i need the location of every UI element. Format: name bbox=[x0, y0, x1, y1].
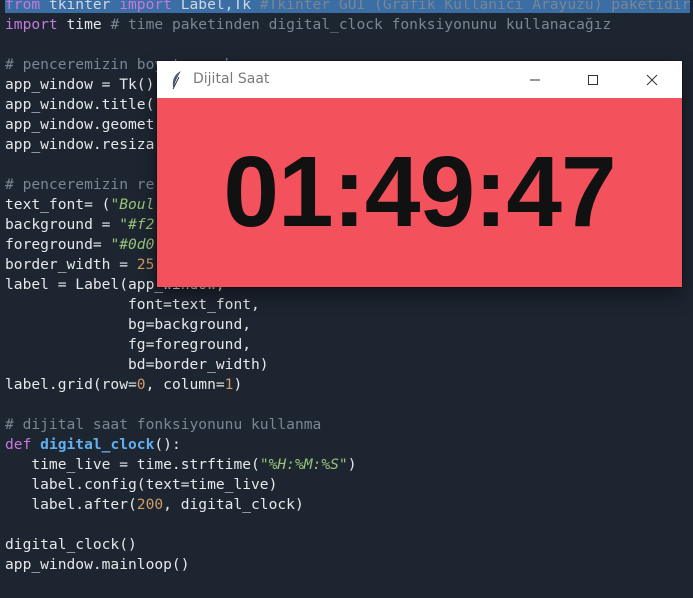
code-line[interactable]: def digital_clock(): bbox=[5, 435, 181, 455]
code-token: digital_clock() bbox=[5, 536, 137, 553]
code-line[interactable]: app_window.geomet bbox=[5, 115, 154, 135]
code-token: "Boul bbox=[110, 196, 155, 213]
code-line[interactable]: app_window.mainloop() bbox=[5, 555, 190, 575]
code-line[interactable]: bg=background, bbox=[5, 315, 251, 335]
code-line[interactable]: app_window = Tk() bbox=[5, 75, 154, 95]
code-token: from bbox=[5, 0, 41, 13]
code-token: border_width = bbox=[5, 256, 137, 273]
code-token: fg=foreground, bbox=[5, 336, 252, 353]
code-line[interactable]: label.after(200, digital_clock) bbox=[5, 495, 304, 515]
close-button[interactable] bbox=[623, 61, 681, 98]
code-line[interactable]: fg=foreground, bbox=[5, 335, 251, 355]
code-token: "#f2 bbox=[119, 216, 155, 233]
code-line[interactable]: digital_clock() bbox=[5, 535, 137, 555]
code-line[interactable]: bd=border_width) bbox=[5, 355, 269, 375]
code-line[interactable]: # dijital saat fonksiyonunu kullanma bbox=[5, 415, 321, 435]
code-line[interactable]: text_font= ("Boul bbox=[5, 195, 154, 215]
code-token: bd=border_width) bbox=[5, 356, 269, 373]
code-token: import bbox=[119, 0, 172, 13]
clock-panel: 01:49:47 bbox=[157, 98, 682, 287]
minimize-button[interactable] bbox=[506, 61, 564, 98]
code-line[interactable]: background = "#f2 bbox=[5, 215, 154, 235]
code-token: bg=background, bbox=[5, 316, 252, 333]
code-token: (): bbox=[154, 436, 181, 453]
code-token: digital_clock bbox=[40, 436, 155, 453]
code-line[interactable]: font=text_font, bbox=[5, 295, 260, 315]
minimize-icon bbox=[530, 79, 540, 80]
code-token: import bbox=[5, 16, 58, 33]
code-token: background = bbox=[5, 216, 120, 233]
code-token: "%H:%M:%S" bbox=[259, 456, 348, 473]
clock-label: 01:49:47 bbox=[223, 136, 616, 248]
code-line[interactable]: # penceremizin re bbox=[5, 175, 154, 195]
code-line[interactable]: app_window.resiza bbox=[5, 135, 154, 155]
code-line[interactable]: import time # time paketinden digital_cl… bbox=[5, 15, 611, 35]
code-token: #Tkinter GUI (Grafik Kullanıcı Arayüzü) … bbox=[259, 0, 691, 13]
code-line[interactable]: app_window.title( bbox=[5, 95, 154, 115]
code-token: 25 bbox=[136, 256, 155, 273]
code-token: text_font= ( bbox=[5, 196, 111, 213]
window-titlebar[interactable]: Dijital Saat bbox=[157, 61, 682, 98]
code-token: app_window.geomet bbox=[5, 116, 155, 133]
code-token: app_window.mainloop() bbox=[5, 556, 190, 573]
code-token: 0 bbox=[136, 376, 146, 393]
code-token: # penceremizin re bbox=[5, 176, 155, 193]
code-token: app_window.title( bbox=[5, 96, 155, 113]
maximize-button[interactable] bbox=[564, 61, 622, 98]
code-token: # time paketinden digital_clock fonksiyo… bbox=[110, 16, 612, 33]
code-token: , digital_clock) bbox=[163, 496, 304, 513]
code-token: font=text_font, bbox=[5, 296, 260, 313]
code-line[interactable]: time_live = time.strftime("%H:%M:%S") bbox=[5, 455, 356, 475]
code-token: ) bbox=[233, 376, 243, 393]
code-token: ) bbox=[347, 456, 357, 473]
code-line[interactable]: from tkinter import Label,Tk #Tkinter GU… bbox=[5, 0, 691, 15]
code-token: foreground= bbox=[5, 236, 111, 253]
code-line[interactable]: label.config(text=time_live) bbox=[5, 475, 277, 495]
code-token: # dijital saat fonksiyonunu kullanma bbox=[5, 416, 322, 433]
code-token: app_window = Tk() bbox=[5, 76, 155, 93]
window-title: Dijital Saat bbox=[193, 71, 270, 87]
code-token: tkinter bbox=[40, 0, 120, 13]
close-icon bbox=[646, 74, 658, 85]
code-token: def bbox=[5, 436, 32, 453]
code-token: time_live = time.strftime( bbox=[5, 456, 260, 473]
dijital-saat-window: Dijital Saat 01:49:47 bbox=[157, 61, 682, 287]
code-token: "#0d0 bbox=[110, 236, 155, 253]
code-token: , column= bbox=[145, 376, 225, 393]
code-line[interactable]: foreground= "#0d0 bbox=[5, 235, 154, 255]
code-token: label.after( bbox=[5, 496, 137, 513]
code-line[interactable]: border_width = 25 bbox=[5, 255, 154, 275]
code-line[interactable]: label.grid(row=0, column=1) bbox=[5, 375, 242, 395]
code-token: label.config(text=time_live) bbox=[5, 476, 278, 493]
code-token: 200 bbox=[136, 496, 164, 513]
code-token: label.grid(row= bbox=[5, 376, 137, 393]
maximize-icon bbox=[588, 74, 598, 85]
code-token: time bbox=[57, 16, 111, 33]
feather-icon bbox=[172, 71, 181, 90]
code-token: app_window.resiza bbox=[5, 136, 155, 153]
code-token: Label,Tk bbox=[171, 0, 260, 13]
